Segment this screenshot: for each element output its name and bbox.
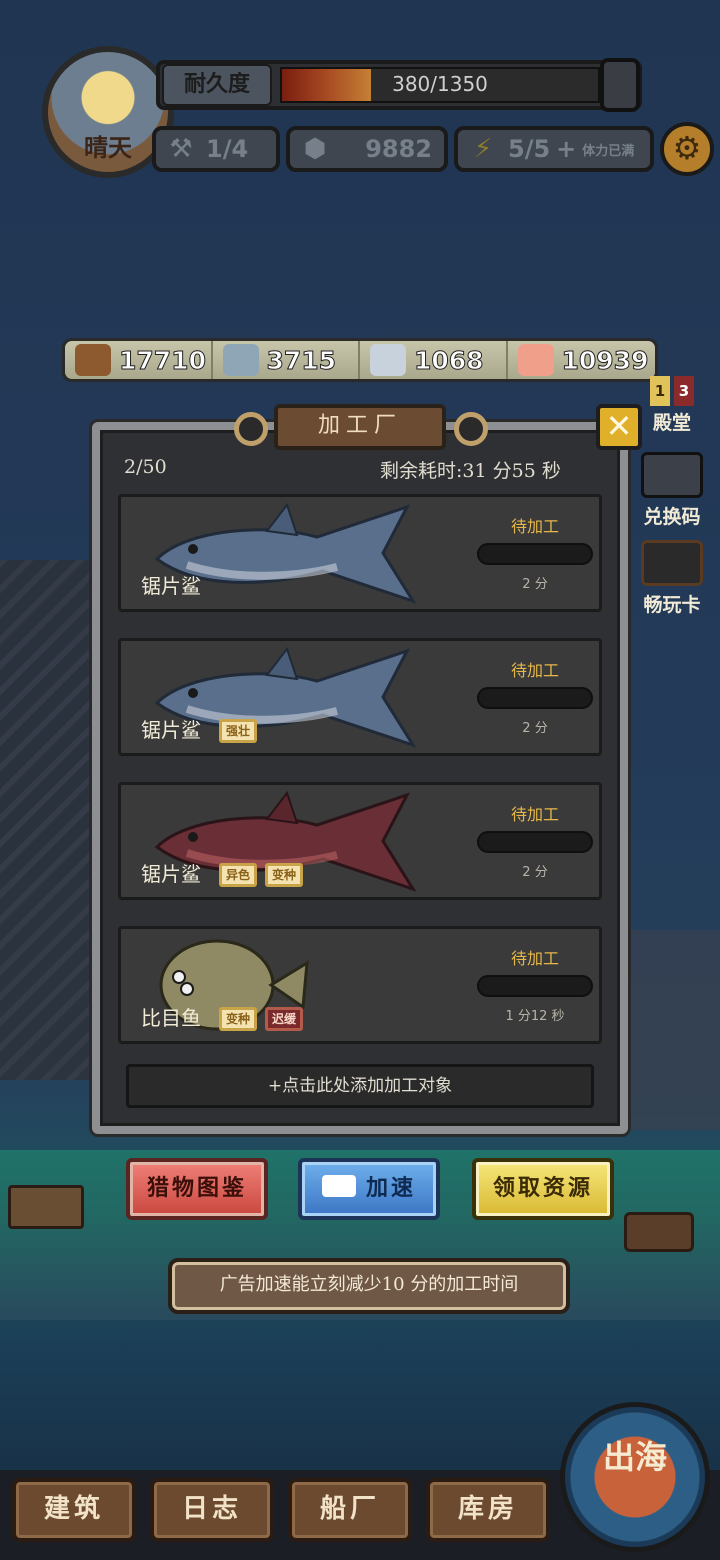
ore-icon: ⬢ xyxy=(303,134,327,164)
iron-ingot-icon xyxy=(370,344,406,376)
weather-label: 晴天 xyxy=(84,134,132,162)
nav-build[interactable]: 建筑 xyxy=(12,1478,136,1542)
resource-value: 10939 xyxy=(561,345,649,375)
resource-bar: 17710 3715 1068 10939 xyxy=(62,338,658,382)
title-ring-left xyxy=(234,412,268,446)
floating-crate[interactable] xyxy=(8,1185,84,1229)
video-camera-icon xyxy=(321,1175,356,1197)
wood-log-icon xyxy=(75,344,111,376)
process-item[interactable]: 锯片鲨 强壮 待加工 2 分 xyxy=(118,638,602,756)
progress-bar xyxy=(477,543,593,565)
ticket-icon xyxy=(641,452,703,498)
tools-value: 1/4 xyxy=(206,135,249,163)
panel-title: 加工厂 xyxy=(274,404,446,450)
process-status: 待加工 xyxy=(510,661,559,680)
progress-bar xyxy=(477,687,593,709)
resource-iron: 1068 xyxy=(360,341,508,379)
pass-label: 畅玩卡 xyxy=(643,594,701,616)
hammer-icon: ⚒ xyxy=(169,134,193,164)
capacity-count: 2/50 xyxy=(124,456,167,478)
process-status: 待加工 xyxy=(510,949,559,968)
prey-catalog-button[interactable]: 猎物图鉴 xyxy=(126,1158,268,1220)
process-item[interactable]: 锯片鲨 待加工 2 分 xyxy=(118,494,602,612)
trait-tag: 强壮 xyxy=(219,719,258,743)
hall-badge: 1 xyxy=(650,376,670,406)
process-item[interactable]: 比目鱼 变种 迟缓 待加工 1 分12 秒 xyxy=(118,926,602,1044)
nav-log[interactable]: 日志 xyxy=(150,1478,274,1542)
energy-counter[interactable]: ⚡ 5/5 + 体力已满 xyxy=(454,126,654,172)
resource-value: 1068 xyxy=(414,345,485,375)
process-duration: 2 分 xyxy=(522,865,548,880)
floating-chest[interactable] xyxy=(624,1212,694,1252)
tools-counter[interactable]: ⚒ 1/4 xyxy=(152,126,280,172)
settings-gear-icon[interactable]: ⚙ xyxy=(660,122,714,176)
process-duration: 2 分 xyxy=(522,721,548,736)
redeem-code-button[interactable]: 兑换码 xyxy=(630,452,714,529)
resource-meat: 10939 xyxy=(508,341,655,379)
process-item[interactable]: 锯片鲨 异色 变种 待加工 2 分 xyxy=(118,782,602,900)
speed-up-button[interactable]: 加速 xyxy=(298,1158,440,1220)
fish-name: 锯片鲨 xyxy=(141,862,201,886)
hall-button[interactable]: 1 3 殿堂 xyxy=(630,376,714,435)
hall-badges: 1 3 xyxy=(630,376,714,406)
progress-bar xyxy=(477,975,593,997)
trait-tag: 迟缓 xyxy=(265,1007,304,1031)
ore-value: 9882 xyxy=(365,135,432,163)
energy-note: 体力已满 xyxy=(582,143,635,159)
fish-name: 比目鱼 xyxy=(141,1006,201,1030)
remaining-time: 剩余耗时:31 分55 秒 xyxy=(380,460,561,482)
process-duration: 2 分 xyxy=(522,577,548,592)
fish-can-icon xyxy=(222,344,259,376)
speed-label: 加速 xyxy=(365,1175,416,1201)
set-sail-button[interactable]: 出海 xyxy=(560,1402,710,1552)
progress-bar xyxy=(477,831,593,853)
energy-value: 5/5 xyxy=(508,135,551,163)
add-process-target-button[interactable]: +点击此处添加加工对象 xyxy=(126,1064,594,1108)
close-button[interactable]: ✕ xyxy=(596,404,642,450)
durability-value: 380/1350 xyxy=(392,72,488,96)
nav-warehouse[interactable]: 库房 xyxy=(426,1478,550,1542)
hall-badge: 3 xyxy=(674,376,694,406)
lightning-icon: ⚡ xyxy=(473,134,493,164)
title-ring-right xyxy=(454,412,488,446)
card-icon xyxy=(641,540,703,586)
resource-value: 3715 xyxy=(266,345,337,375)
resource-value: 17710 xyxy=(119,345,207,375)
durability-label: 耐久度 xyxy=(162,64,272,106)
fish-name: 锯片鲨 xyxy=(141,718,201,742)
pass-card-button[interactable]: 畅玩卡 xyxy=(630,540,714,617)
meat-icon xyxy=(517,344,554,376)
process-status: 待加工 xyxy=(510,805,559,824)
ad-speed-tip: 广告加速能立刻减少10 分的加工时间 xyxy=(168,1258,570,1314)
process-status: 待加工 xyxy=(510,517,559,536)
trait-tag: 变种 xyxy=(219,1007,258,1031)
energy-plus[interactable]: + xyxy=(556,135,576,163)
ore-counter[interactable]: ⬢ 9882 xyxy=(286,126,448,172)
durability-cap xyxy=(600,58,640,112)
hall-label: 殿堂 xyxy=(652,412,691,434)
trait-tag: 异色 xyxy=(219,863,258,887)
fish-name: 锯片鲨 xyxy=(141,574,201,598)
collect-resources-button[interactable]: 领取资源 xyxy=(472,1158,614,1220)
redeem-label: 兑换码 xyxy=(643,506,701,528)
trait-tag: 变种 xyxy=(265,863,304,887)
process-duration: 1 分12 秒 xyxy=(505,1009,565,1024)
nav-shipyard[interactable]: 船厂 xyxy=(288,1478,412,1542)
resource-can: 3715 xyxy=(213,341,360,379)
resource-wood: 17710 xyxy=(65,341,213,379)
